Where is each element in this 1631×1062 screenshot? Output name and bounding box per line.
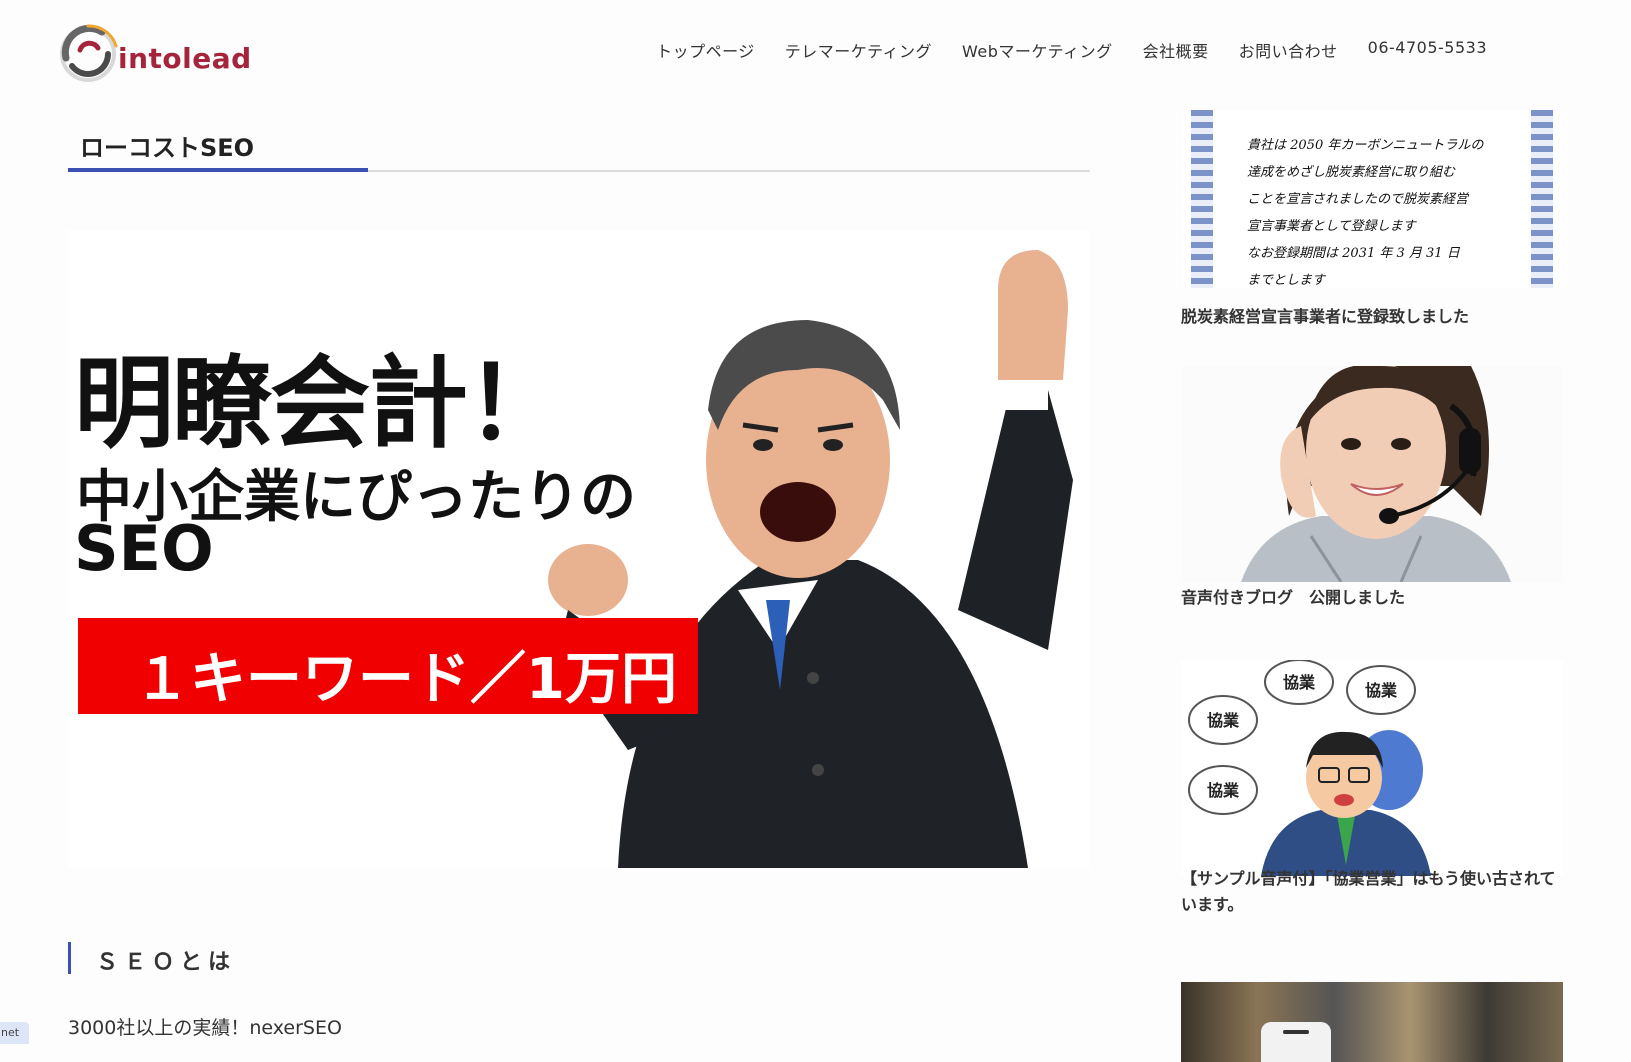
swirl-logo-icon bbox=[60, 24, 118, 82]
body-text: 3000社以上の実績！nexerSEO bbox=[68, 1017, 342, 1039]
nav-telemarketing[interactable]: テレマーケティング bbox=[785, 38, 932, 62]
certificate-text: 貴社は 2050 年カーボンニュートラルの 達成をめざし脱炭素経営に取り組む こ… bbox=[1247, 138, 1484, 288]
hero-headline: 明瞭会計！ bbox=[74, 344, 566, 462]
kyogyo-illustration: 協業 協業 協業 協業 bbox=[1181, 660, 1563, 876]
logo-text: intolead bbox=[118, 42, 252, 75]
sidebar-caption-decarbonization[interactable]: 脱炭素経営宣言事業者に登録致しました bbox=[1181, 304, 1571, 330]
bubble-text-3: 協業 bbox=[1207, 711, 1240, 730]
hero-price-band: １キーワード／1万円 bbox=[78, 618, 698, 714]
main-nav: トップページ テレマーケティング Webマーケティング 会社概要 お問い合わせ … bbox=[656, 38, 1487, 62]
smartphone-photo bbox=[1261, 1022, 1331, 1062]
hero-seo-label: SEO bbox=[74, 512, 214, 585]
nav-web-marketing[interactable]: Webマーケティング bbox=[962, 38, 1113, 62]
sidebar-smartphone-image[interactable] bbox=[1181, 982, 1563, 1062]
hero-banner: 明瞭会計！ 中小企業にぴったりの SEO １キーワード／1万円 bbox=[68, 230, 1090, 868]
sidebar-caption-kyogyo[interactable]: 【サンプル音声付】「協業営業」はもう使い古されています。 bbox=[1181, 866, 1571, 918]
bubble-text-4: 協業 bbox=[1207, 781, 1240, 800]
section-heading-bar bbox=[68, 942, 71, 974]
nav-contact[interactable]: お問い合わせ bbox=[1239, 38, 1338, 62]
page-title: ローコストSEO bbox=[80, 134, 255, 162]
section-heading: ＳＥＯとは bbox=[96, 950, 237, 975]
hero-price-text: １キーワード／1万円 bbox=[134, 647, 677, 712]
sidebar-certificate-image[interactable]: 貴社は 2050 年カーボンニュートラルの 達成をめざし脱炭素経営に取り組む こ… bbox=[1181, 110, 1563, 288]
title-divider-accent bbox=[68, 168, 368, 172]
sidebar-operator-image[interactable] bbox=[1181, 366, 1563, 582]
excited-businessman-image bbox=[548, 250, 1073, 868]
sidebar-kyogyo-image[interactable]: 協業 協業 協業 協業 bbox=[1181, 660, 1563, 876]
nav-phone[interactable]: 06-4705-5533 bbox=[1368, 38, 1487, 62]
nav-top-page[interactable]: トップページ bbox=[656, 38, 755, 62]
sidebar-caption-audio-blog[interactable]: 音声付きブログ 公開しました bbox=[1181, 585, 1571, 611]
certificate-border-left bbox=[1191, 110, 1213, 288]
status-url-tag: net bbox=[0, 1022, 29, 1044]
bubble-text-1: 協業 bbox=[1283, 673, 1316, 692]
certificate-border-right bbox=[1531, 110, 1553, 288]
nav-company[interactable]: 会社概要 bbox=[1143, 38, 1209, 62]
bubble-text-2: 協業 bbox=[1365, 681, 1398, 700]
site-logo[interactable]: intolead bbox=[58, 20, 251, 84]
headset-operator-image bbox=[1181, 366, 1563, 582]
